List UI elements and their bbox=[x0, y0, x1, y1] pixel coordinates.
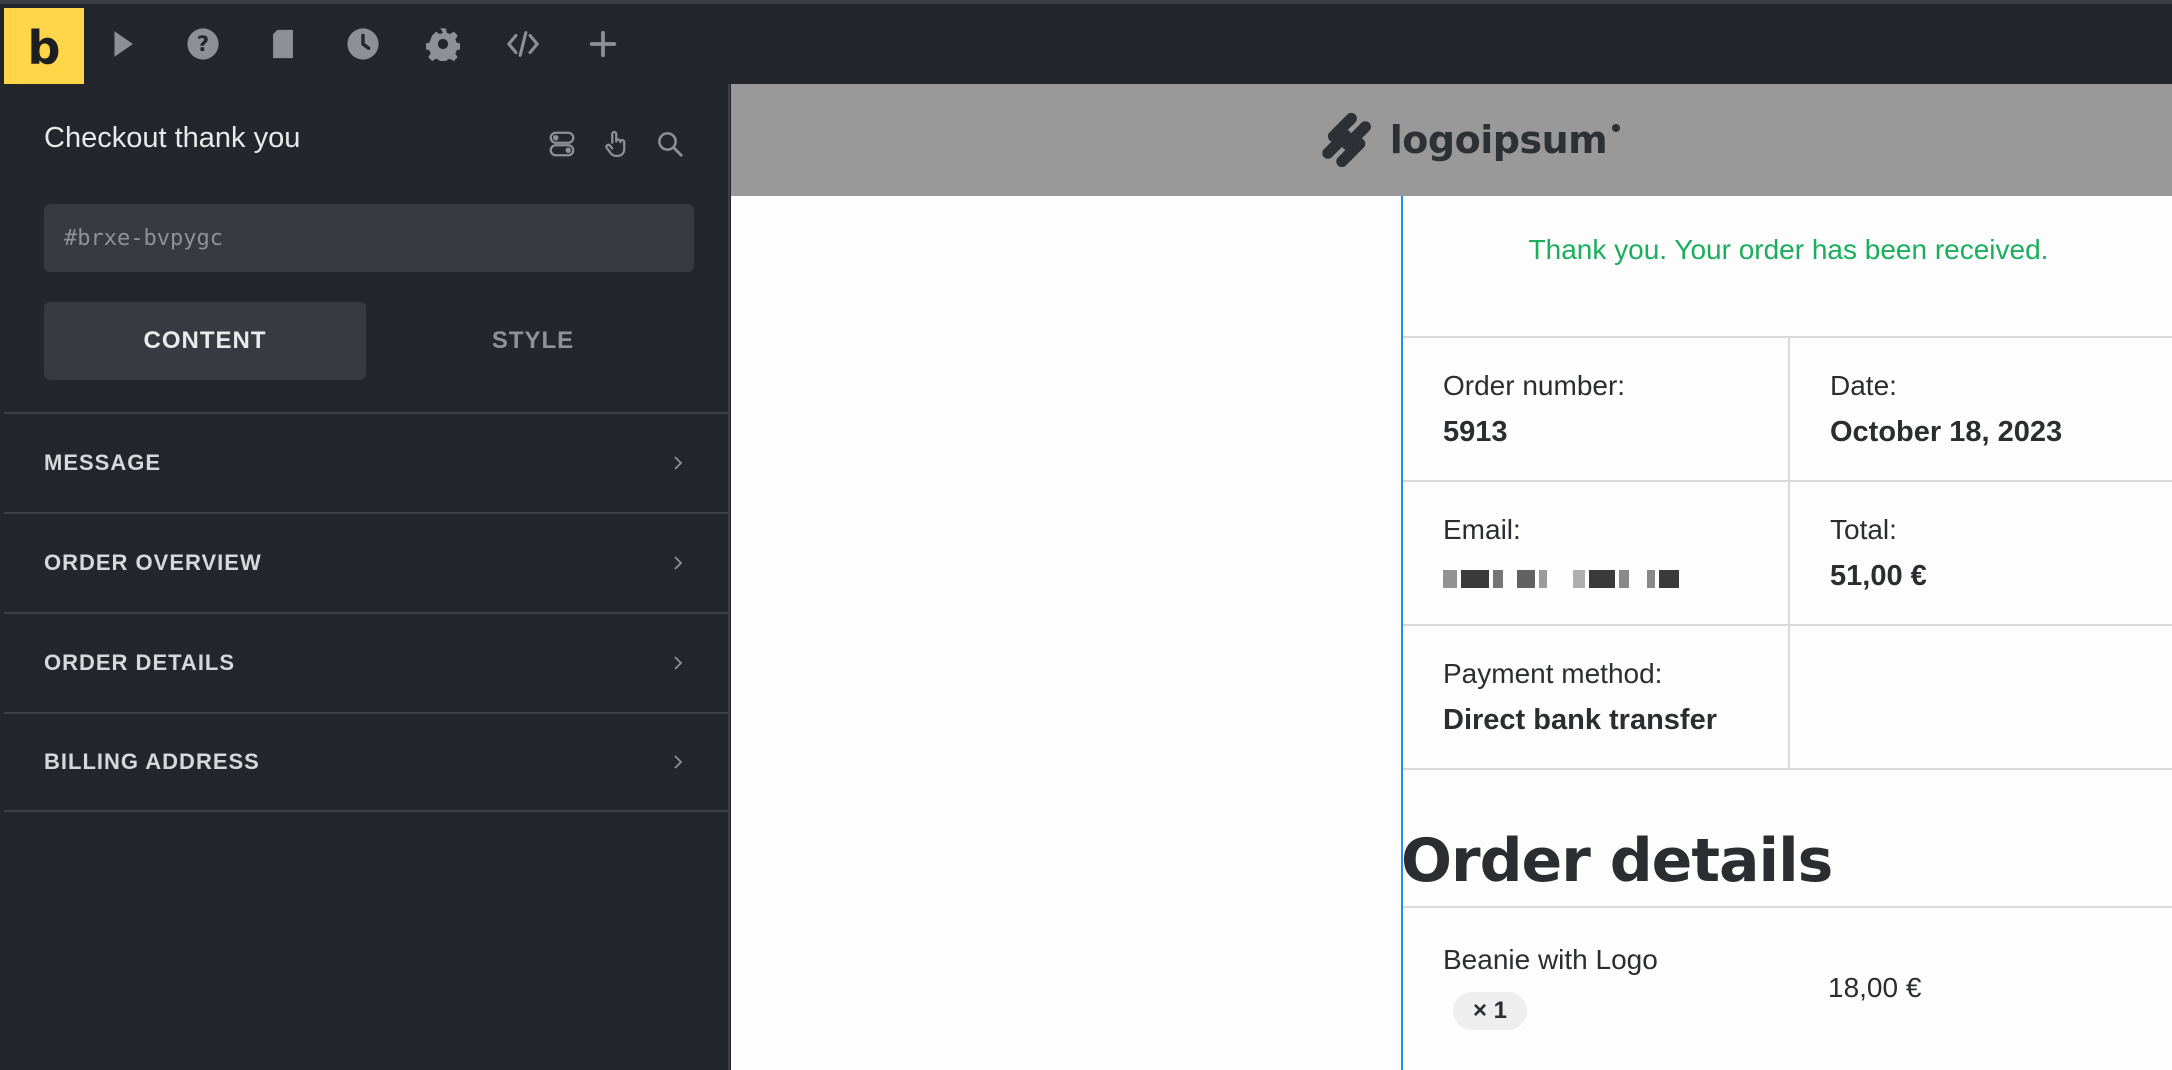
thank-you-element[interactable]: Thank you. Your order has been received.… bbox=[1401, 196, 2172, 1070]
line-item-name: Beanie with Logo bbox=[1443, 944, 1658, 975]
email-cell: Email: bbox=[1403, 482, 1788, 624]
brand-dot-icon bbox=[1612, 124, 1621, 132]
section-label: ORDER OVERVIEW bbox=[44, 550, 262, 575]
email-value-redacted bbox=[1443, 568, 1788, 590]
builder-logo-button[interactable]: b bbox=[4, 8, 84, 88]
history-icon[interactable] bbox=[341, 22, 385, 66]
section-billing-address[interactable]: BILLING ADDRESS bbox=[4, 712, 728, 812]
date-value: October 18, 2023 bbox=[1830, 416, 2063, 448]
empty-cell bbox=[1788, 626, 2172, 768]
order-number-value: 5913 bbox=[1443, 416, 1508, 448]
date-label: Date: bbox=[1830, 370, 1897, 401]
tab-style[interactable]: STYLE bbox=[372, 302, 694, 380]
preview-canvas: logoipsum Thank you. Your order has been… bbox=[731, 84, 2172, 1070]
css-id-input[interactable] bbox=[44, 204, 694, 272]
chevron-right-icon bbox=[674, 755, 683, 769]
tab-content[interactable]: CONTENT bbox=[44, 302, 366, 380]
order-details-heading: Order details bbox=[1401, 826, 1833, 896]
site-header: logoipsum bbox=[731, 84, 2172, 196]
order-overview: Order number: 5913 Date: October 18, 202… bbox=[1403, 336, 2172, 770]
chevron-right-icon bbox=[674, 456, 683, 470]
thank-you-message: Thank you. Your order has been received. bbox=[1528, 234, 2049, 265]
order-number-cell: Order number: 5913 bbox=[1403, 338, 1788, 480]
search-icon[interactable] bbox=[652, 126, 688, 162]
top-toolbar: b ? bbox=[0, 0, 2172, 88]
add-icon[interactable] bbox=[581, 22, 625, 66]
section-order-overview[interactable]: ORDER OVERVIEW bbox=[4, 512, 728, 612]
section-label: ORDER DETAILS bbox=[44, 650, 236, 675]
divider bbox=[1403, 906, 2172, 908]
payment-method-cell: Payment method: Direct bank transfer bbox=[1403, 626, 1788, 768]
payment-method-label: Payment method: bbox=[1443, 658, 1663, 689]
brand-name: logoipsum bbox=[1389, 118, 1608, 162]
toggle-icon[interactable] bbox=[544, 126, 580, 162]
overview-row: Order number: 5913 Date: October 18, 202… bbox=[1403, 338, 2172, 482]
help-icon[interactable]: ? bbox=[181, 22, 225, 66]
page-icon[interactable] bbox=[261, 22, 305, 66]
date-cell: Date: October 18, 2023 bbox=[1788, 338, 2172, 480]
panel-title: Checkout thank you bbox=[44, 122, 301, 154]
section-order-details[interactable]: ORDER DETAILS bbox=[4, 612, 728, 712]
logo-mark-icon bbox=[1322, 112, 1371, 168]
code-icon[interactable] bbox=[501, 22, 545, 66]
chevron-right-icon bbox=[674, 556, 683, 570]
overview-row: Email: Total: 51,00 € bbox=[1403, 482, 2172, 626]
line-item-quantity: × 1 bbox=[1453, 992, 1527, 1030]
pointer-hand-icon[interactable] bbox=[598, 126, 634, 162]
email-label: Email: bbox=[1443, 514, 1521, 545]
panel-tools bbox=[544, 126, 688, 162]
overview-row: Payment method: Direct bank transfer bbox=[1403, 626, 2172, 770]
control-groups: MESSAGE ORDER OVERVIEW ORDER DETAILS BIL… bbox=[4, 412, 728, 812]
section-message[interactable]: MESSAGE bbox=[4, 412, 728, 512]
payment-method-value: Direct bank transfer bbox=[1443, 704, 1717, 736]
line-item-price: 18,00 € bbox=[1828, 972, 1922, 1003]
section-label: MESSAGE bbox=[44, 450, 162, 475]
settings-icon[interactable] bbox=[421, 22, 465, 66]
total-label: Total: bbox=[1830, 514, 1897, 545]
element-settings-panel: Checkout thank you CONTENT STYLE MESSAGE… bbox=[4, 84, 730, 1070]
section-label: BILLING ADDRESS bbox=[44, 749, 260, 774]
site-logo[interactable]: logoipsum bbox=[1320, 112, 1621, 168]
total-cell: Total: 51,00 € bbox=[1788, 482, 2172, 624]
order-number-label: Order number: bbox=[1443, 370, 1626, 401]
select-icon[interactable] bbox=[101, 22, 145, 66]
total-value: 51,00 € bbox=[1830, 560, 1927, 592]
chevron-right-icon bbox=[674, 656, 683, 670]
svg-text:?: ? bbox=[197, 32, 209, 57]
panel-tabs: CONTENT STYLE bbox=[44, 302, 694, 380]
